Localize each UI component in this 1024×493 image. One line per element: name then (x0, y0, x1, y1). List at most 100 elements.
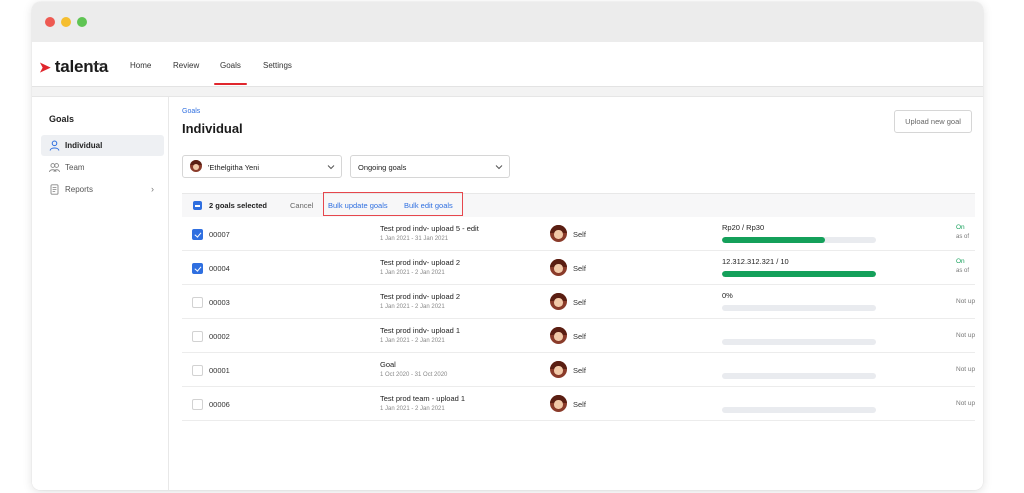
bulk-action-bar: 2 goals selected Cancel Bulk update goal… (182, 192, 975, 218)
goal-date-range: 1 Jan 2021 - 2 Jan 2021 (380, 304, 445, 310)
nav-tab-review[interactable]: Review (173, 42, 199, 86)
sidebar-item-individual[interactable]: Individual (41, 135, 164, 156)
close-window-icon[interactable] (45, 17, 55, 27)
status-select[interactable]: Ongoing goals (350, 155, 510, 178)
table-row[interactable]: 00002 Test prod indv- upload 1 1 Jan 202… (182, 319, 975, 353)
goal-date-range: 1 Jan 2021 - 2 Jan 2021 (380, 338, 445, 344)
top-navigation: ➤ talenta by mekari Home Review Goals Se… (32, 42, 983, 87)
progress-bar (722, 305, 876, 311)
goal-date-range: 1 Jan 2021 - 2 Jan 2021 (380, 270, 445, 276)
maximize-window-icon[interactable] (77, 17, 87, 27)
nav-tab-settings[interactable]: Settings (263, 42, 292, 86)
goal-name[interactable]: Goal (380, 360, 396, 369)
progress-text: Rp20 / Rp30 (722, 223, 765, 232)
goal-owner: Self (573, 332, 586, 341)
row-checkbox[interactable] (192, 297, 203, 308)
breadcrumb[interactable]: Goals (182, 108, 200, 115)
logo-subtitle: by mekari (88, 61, 106, 66)
bulk-edit-goals-button[interactable]: Bulk edit goals (404, 201, 453, 210)
employee-select[interactable]: 'Ethelgitha Yeni (182, 155, 342, 178)
page-title: Individual (182, 121, 243, 136)
sidebar-item-label: Individual (65, 141, 103, 150)
goal-id: 00002 (209, 332, 230, 341)
goal-name[interactable]: Test prod team - upload 1 (380, 394, 465, 403)
goal-name[interactable]: Test prod indv- upload 2 (380, 258, 460, 267)
goal-id: 00003 (209, 298, 230, 307)
progress-fill (722, 271, 876, 277)
bulk-update-goals-button[interactable]: Bulk update goals (328, 201, 388, 210)
nav-tab-home[interactable]: Home (130, 42, 151, 86)
table-row[interactable]: 00004 Test prod indv- upload 2 1 Jan 202… (182, 251, 975, 285)
sidebar-item-label: Reports (65, 185, 94, 194)
status-badge: Not up (956, 298, 976, 305)
goal-name[interactable]: Test prod indv- upload 1 (380, 326, 460, 335)
logo-wordmark: talenta (54, 57, 109, 76)
status-as-of: as of (956, 268, 970, 274)
selected-count: 2 goals selected (209, 201, 267, 210)
goal-date-range: 1 Oct 2020 - 31 Oct 2020 (380, 372, 448, 378)
avatar (550, 259, 567, 276)
avatar (550, 395, 567, 412)
progress-bar (722, 407, 876, 413)
progress-bar (722, 373, 876, 379)
nav-tab-goals[interactable]: Goals (214, 42, 247, 86)
upload-new-goal-button[interactable]: Upload new goal (894, 110, 972, 133)
chevron-down-icon (495, 165, 503, 170)
header-divider-band (32, 87, 983, 97)
status-select-value: Ongoing goals (358, 163, 407, 172)
document-icon (50, 184, 59, 195)
goal-id: 00001 (209, 366, 230, 375)
goal-id: 00007 (209, 230, 230, 239)
status-badge: On (956, 258, 965, 265)
app-window: ➤ talenta by mekari Home Review Goals Se… (32, 2, 983, 490)
row-checkbox[interactable] (192, 399, 203, 410)
goal-name[interactable]: Test prod indv- upload 2 (380, 292, 460, 301)
progress-bar (722, 237, 876, 243)
cancel-selection-button[interactable]: Cancel (290, 201, 313, 210)
table-row[interactable]: 00003 Test prod indv- upload 2 1 Jan 202… (182, 285, 975, 319)
goal-owner: Self (573, 400, 586, 409)
status-badge: Not up (956, 366, 976, 373)
goal-owner: Self (573, 230, 586, 239)
row-checkbox[interactable] (192, 365, 203, 376)
table-row[interactable]: 00001 Goal 1 Oct 2020 - 31 Oct 2020 Self… (182, 353, 975, 387)
minimize-window-icon[interactable] (61, 17, 71, 27)
sidebar-title: Goals (49, 114, 75, 124)
avatar (550, 293, 567, 310)
status-badge: Not up (956, 332, 976, 339)
goal-owner: Self (573, 298, 586, 307)
goal-id: 00006 (209, 400, 230, 409)
nav-tab-goals-label: Goals (220, 61, 241, 70)
goal-date-range: 1 Jan 2021 - 2 Jan 2021 (380, 406, 445, 412)
sidebar-item-reports[interactable]: Reports › (41, 179, 164, 200)
chevron-down-icon (327, 165, 335, 170)
status-as-of: as of (956, 234, 970, 240)
avatar (550, 327, 567, 344)
sidebar-item-team[interactable]: Team (41, 157, 164, 178)
person-icon (49, 140, 60, 151)
row-checkbox[interactable] (192, 263, 203, 274)
active-tab-indicator (214, 83, 247, 85)
progress-text: 12.312.312.321 / 10 (722, 257, 789, 266)
status-badge: On (956, 224, 965, 231)
goal-date-range: 1 Jan 2021 - 31 Jan 2021 (380, 236, 449, 242)
sidebar: Goals Individual Team Reports › (32, 97, 169, 490)
progress-fill (722, 237, 826, 243)
goal-name[interactable]: Test prod indv- upload 5 - edit (380, 224, 479, 233)
team-icon (49, 163, 60, 173)
avatar (190, 160, 202, 172)
progress-text: 0% (722, 291, 733, 300)
chevron-right-icon: › (151, 184, 154, 194)
goal-owner: Self (573, 264, 586, 273)
goal-id: 00004 (209, 264, 230, 273)
row-checkbox[interactable] (192, 229, 203, 240)
talenta-logo[interactable]: ➤ talenta (39, 56, 108, 78)
select-all-checkbox[interactable] (193, 201, 202, 210)
table-row[interactable]: 00007 Test prod indv- upload 5 - edit 1 … (182, 217, 975, 251)
row-checkbox[interactable] (192, 331, 203, 342)
status-badge: Not up (956, 400, 976, 407)
avatar (550, 361, 567, 378)
table-row[interactable]: 00006 Test prod team - upload 1 1 Jan 20… (182, 387, 975, 421)
avatar (550, 225, 567, 242)
goal-owner: Self (573, 366, 586, 375)
